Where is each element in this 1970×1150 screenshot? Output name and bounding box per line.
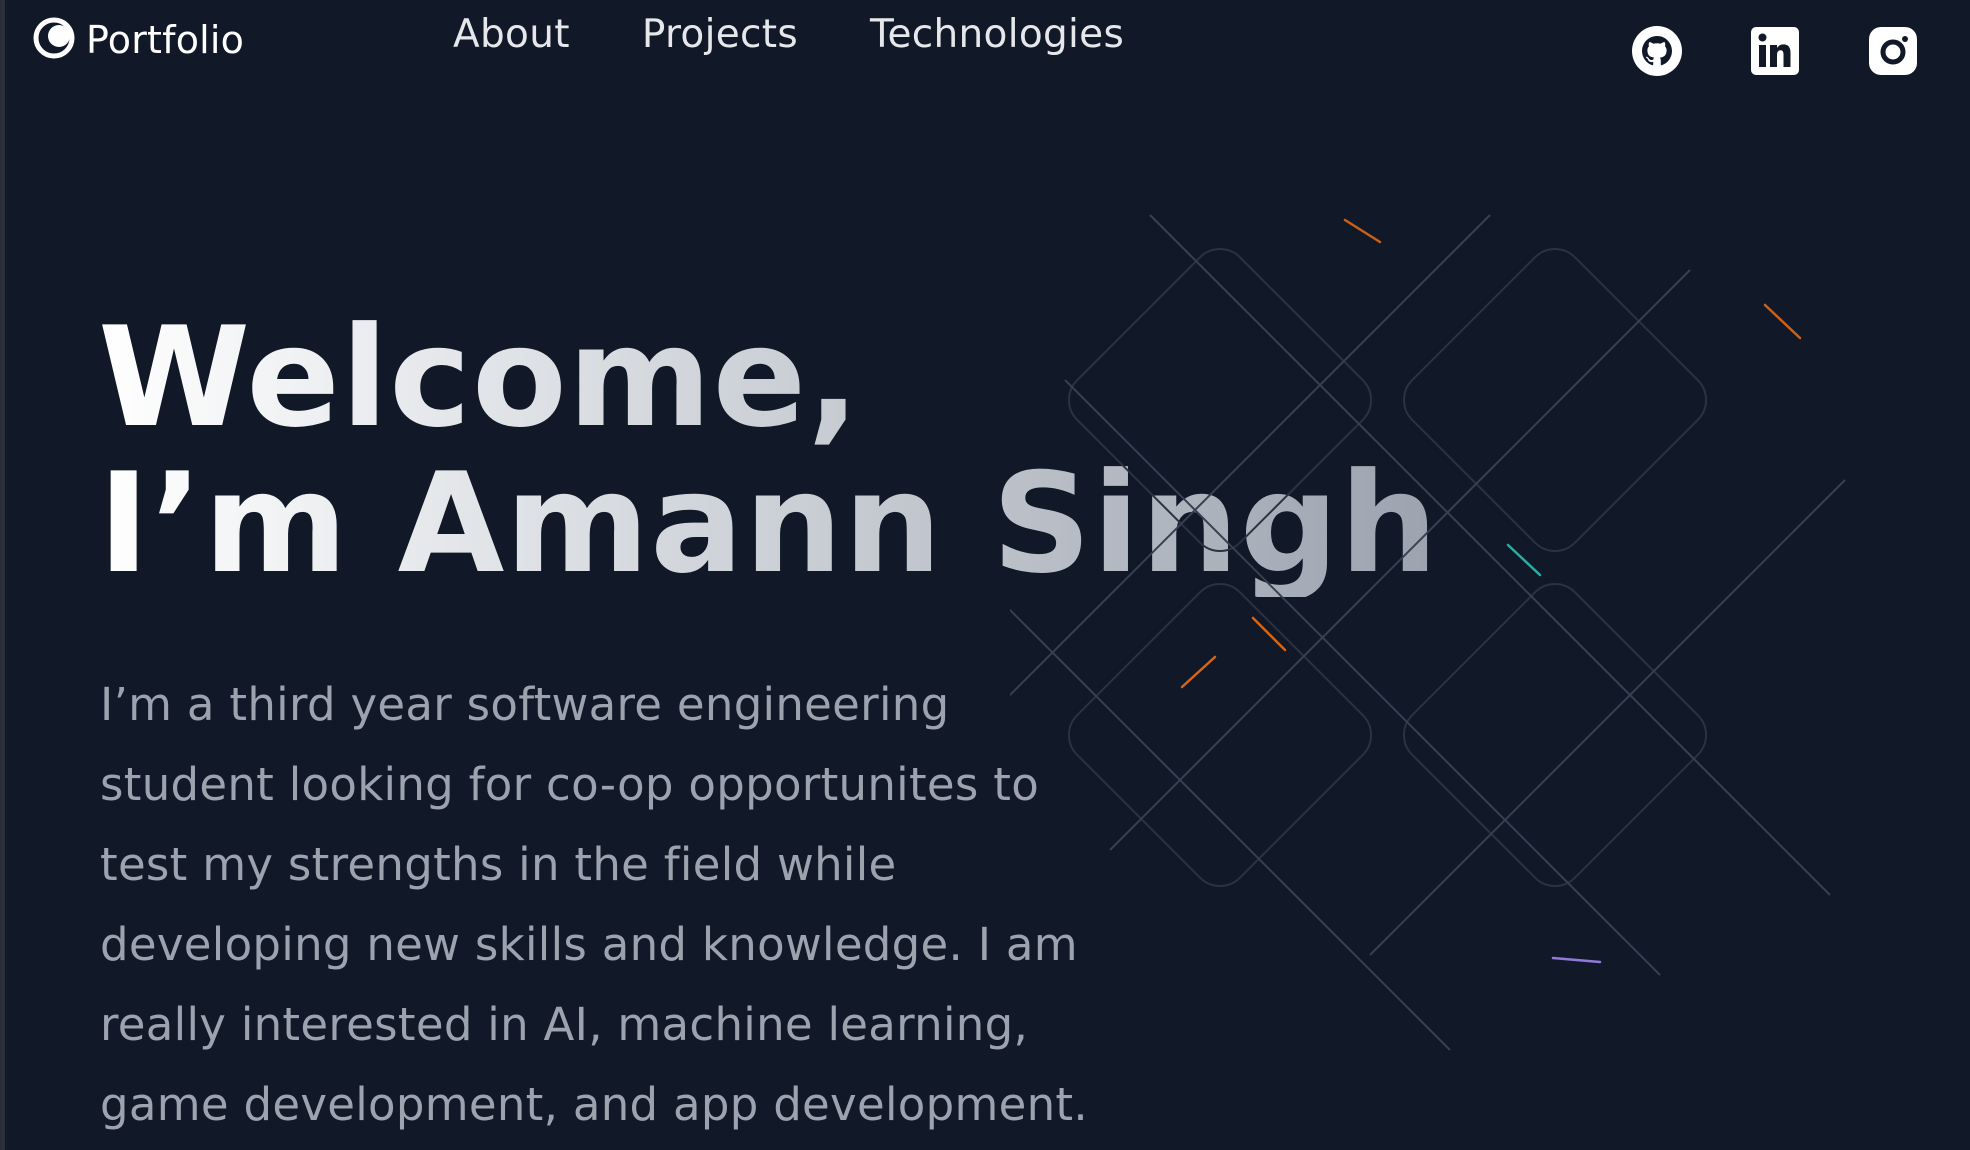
brand-logo-link[interactable]: Portfolio: [32, 14, 244, 66]
hero-description: I’m a third year software engineering st…: [100, 678, 1088, 1131]
portfolio-logo-icon: [32, 16, 76, 64]
nav-link-projects[interactable]: Projects: [642, 12, 798, 57]
github-link[interactable]: [1630, 26, 1684, 80]
linkedin-link[interactable]: [1748, 26, 1802, 80]
instagram-link[interactable]: [1866, 26, 1920, 80]
background-grid-art: [1010, 214, 1846, 1051]
left-edge-divider: [0, 0, 5, 1150]
brand-label: Portfolio: [86, 18, 245, 62]
nav-link-about[interactable]: About: [453, 12, 570, 57]
main-nav: About Projects Technologies: [453, 12, 1124, 57]
linkedin-icon: [1750, 26, 1800, 80]
social-links: [1630, 26, 1920, 80]
github-icon: [1631, 25, 1683, 81]
nav-link-technologies[interactable]: Technologies: [870, 12, 1124, 57]
instagram-icon: [1868, 26, 1918, 80]
